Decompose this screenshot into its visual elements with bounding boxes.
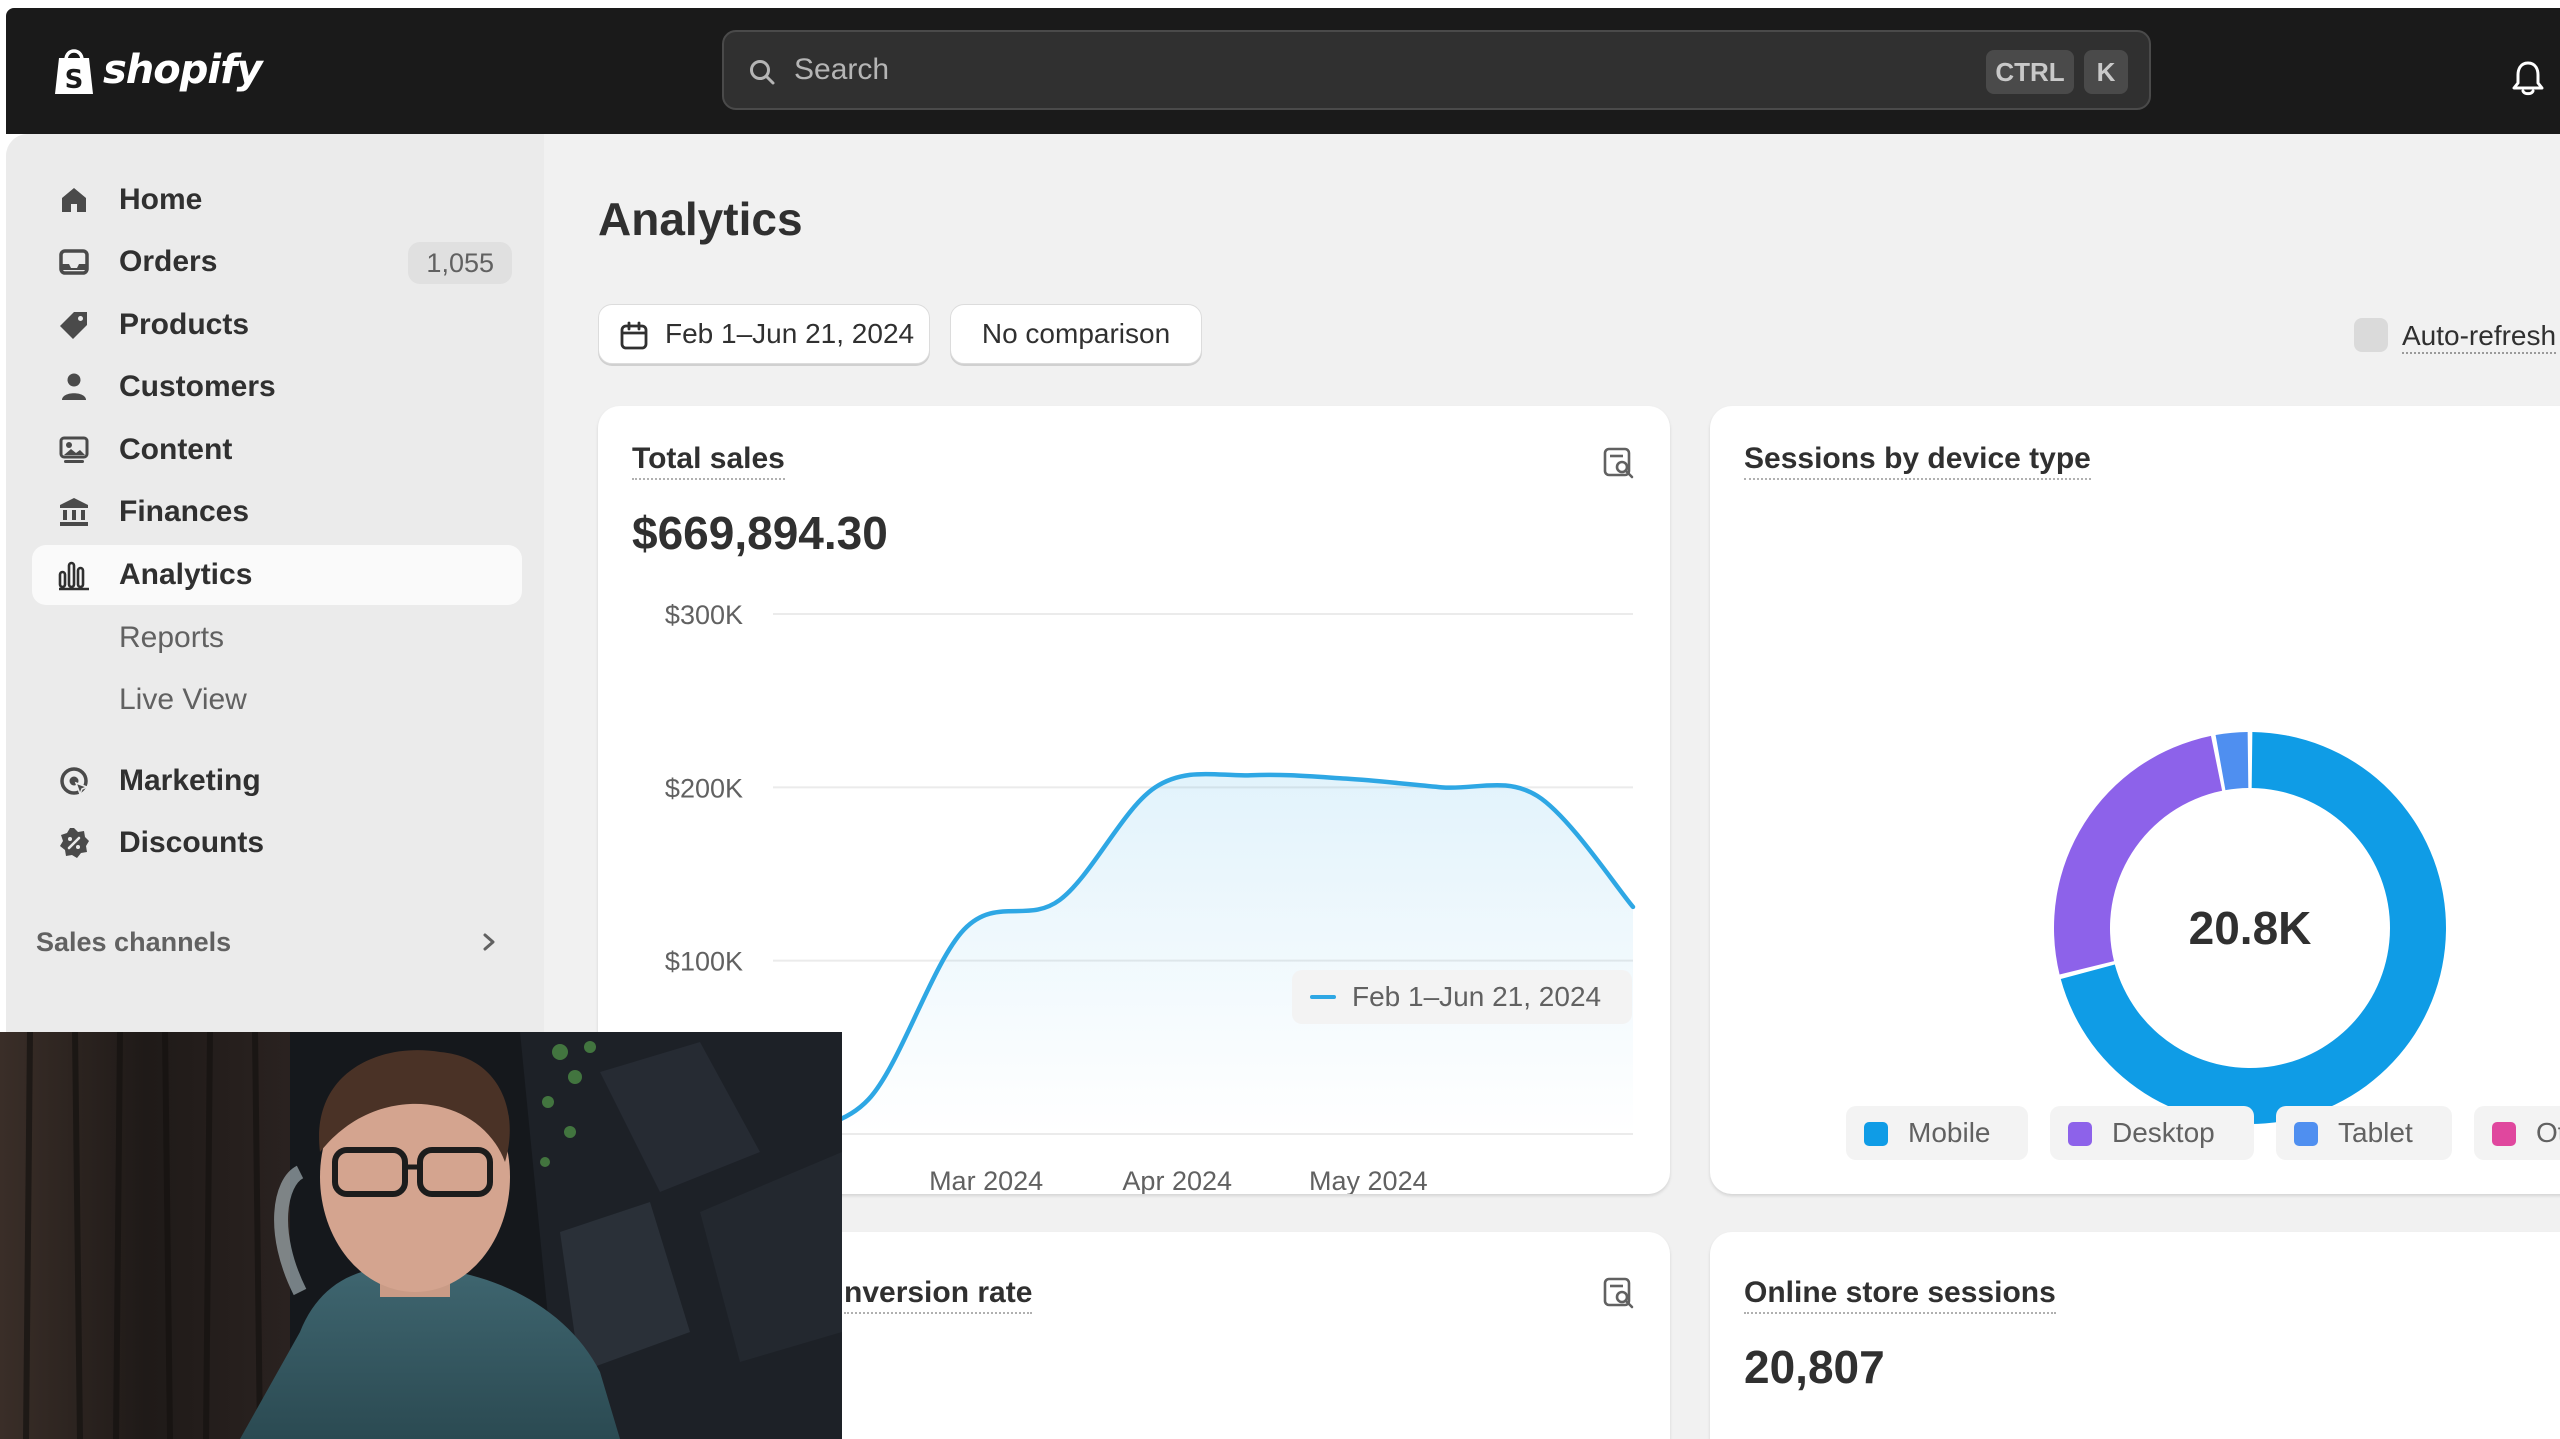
donut-center-value: 20.8K — [2189, 902, 2312, 954]
tag-icon — [60, 312, 87, 339]
mobile-swatch — [1864, 1122, 1888, 1146]
sidebar-item-label: Customers — [119, 370, 276, 403]
sidebar-item-label: Finances — [119, 495, 250, 528]
sessions-donut-chart: 20.8K — [2054, 732, 2446, 1124]
comparison-picker[interactable]: No comparison — [950, 304, 1202, 364]
page-title: Analytics — [598, 193, 803, 245]
sidebar-subitem-label: Reports — [119, 621, 225, 654]
sidebar-item-products[interactable]: Products — [32, 295, 522, 355]
sales-chart-legend[interactable]: Feb 1–Jun 21, 2024 — [1292, 970, 1632, 1024]
sidebar-item-discounts[interactable]: Discounts — [32, 813, 522, 873]
legend-label: Feb 1–Jun 21, 2024 — [1352, 981, 1602, 1012]
svg-text:S: S — [65, 65, 84, 95]
legend-item-mobile[interactable]: Mobile — [1846, 1106, 2028, 1160]
y-tick-label: $300K — [665, 600, 743, 630]
sidebar-item-label: Products — [119, 308, 250, 341]
webcam-video-frame — [0, 1032, 842, 1439]
legend-label: Ot — [2536, 1117, 2560, 1148]
brand-name: shopify — [103, 47, 263, 93]
legend-label: Desktop — [2112, 1117, 2215, 1148]
sales-area-fill — [773, 773, 1633, 1134]
chevron-right-icon[interactable] — [478, 930, 500, 954]
legend-item-other[interactable]: Ot — [2474, 1106, 2560, 1160]
sidebar-item-content[interactable]: Content — [32, 420, 522, 480]
sidebar-item-label: Analytics — [119, 558, 253, 591]
legend-line-swatch — [1310, 995, 1336, 999]
shortcut-ctrl-key: CTRL — [1986, 50, 2074, 94]
legend-label: Tablet — [2338, 1117, 2413, 1148]
legend-label: Mobile — [1908, 1117, 1991, 1148]
y-tick-label: $100K — [665, 947, 743, 977]
sidebar-item-finances[interactable]: Finances — [32, 482, 522, 542]
shopify-logo[interactable]: S shopify — [51, 44, 263, 96]
sidebar-item-live-view[interactable]: Live View — [32, 670, 522, 730]
auto-refresh-checkbox[interactable] — [2354, 318, 2388, 352]
x-tick-label: May 2024 — [1309, 1166, 1428, 1194]
webcam-overlay — [0, 1032, 842, 1439]
auto-refresh-label[interactable]: Auto-refresh — [2402, 320, 2557, 354]
x-tick-label: Mar 2024 — [929, 1166, 1043, 1194]
sidebar-item-label: Content — [119, 433, 233, 466]
sidebar-item-label: Marketing — [119, 764, 261, 797]
shopping-bag-icon: S — [55, 49, 93, 95]
top-bar: S shopify Search CTRL K — [6, 8, 2560, 134]
shortcut-k-key: K — [2084, 50, 2128, 94]
sidebar-item-marketing[interactable]: Marketing — [32, 751, 522, 811]
sidebar-item-home[interactable]: Home — [32, 170, 522, 230]
sidebar-item-label: Home — [119, 183, 203, 216]
legend-item-tablet[interactable]: Tablet — [2276, 1106, 2452, 1160]
orders-icon — [59, 249, 89, 275]
donut-slice-tablet[interactable] — [2215, 732, 2249, 791]
discount-icon — [60, 828, 89, 858]
explore-report-icon[interactable] — [1602, 1276, 1636, 1310]
legend-item-desktop[interactable]: Desktop — [2050, 1106, 2254, 1160]
online-store-sessions-card: Online store sessions 20,807 — [1710, 1232, 2560, 1439]
x-tick-label: Apr 2024 — [1122, 1166, 1232, 1194]
person-icon — [62, 373, 86, 400]
date-range-picker[interactable]: Feb 1–Jun 21, 2024 — [598, 304, 930, 364]
search-icon — [750, 60, 775, 85]
calendar-icon — [620, 321, 648, 350]
search-input[interactable]: Search — [794, 53, 889, 87]
online-store-sessions-value: 20,807 — [1744, 1341, 1885, 1393]
orders-count-badge: 1,055 — [408, 242, 512, 284]
bank-icon — [60, 498, 88, 526]
content-icon — [59, 436, 89, 463]
sales-channels-header[interactable]: Sales channels — [36, 927, 231, 958]
sessions-by-device-card: Sessions by device type 20.8K Mobile Des… — [1710, 406, 2560, 1194]
home-icon — [62, 188, 86, 212]
sidebar-item-analytics[interactable]: Analytics — [32, 545, 522, 605]
target-icon — [60, 767, 90, 797]
bar-chart-icon — [58, 561, 89, 591]
sidebar-item-customers[interactable]: Customers — [32, 357, 522, 417]
y-tick-label: $200K — [665, 773, 743, 803]
bell-icon[interactable] — [2511, 60, 2545, 96]
comparison-label: No comparison — [981, 318, 1171, 349]
sidebar-subitem-label: Live View — [119, 683, 247, 716]
card-title[interactable]: nversion rate — [844, 1276, 1033, 1314]
sidebar-item-orders[interactable]: Orders 1,055 — [32, 232, 522, 292]
date-range-label: Feb 1–Jun 21, 2024 — [665, 318, 915, 349]
sidebar-item-label: Discounts — [119, 826, 265, 859]
tablet-swatch — [2294, 1122, 2318, 1146]
card-title[interactable]: Online store sessions — [1744, 1276, 2056, 1314]
other-swatch — [2492, 1122, 2516, 1146]
desktop-swatch — [2068, 1122, 2092, 1146]
sidebar-item-reports[interactable]: Reports — [32, 608, 522, 668]
search-bar[interactable]: Search CTRL K — [722, 30, 2151, 110]
sidebar-item-label: Orders — [119, 245, 218, 278]
